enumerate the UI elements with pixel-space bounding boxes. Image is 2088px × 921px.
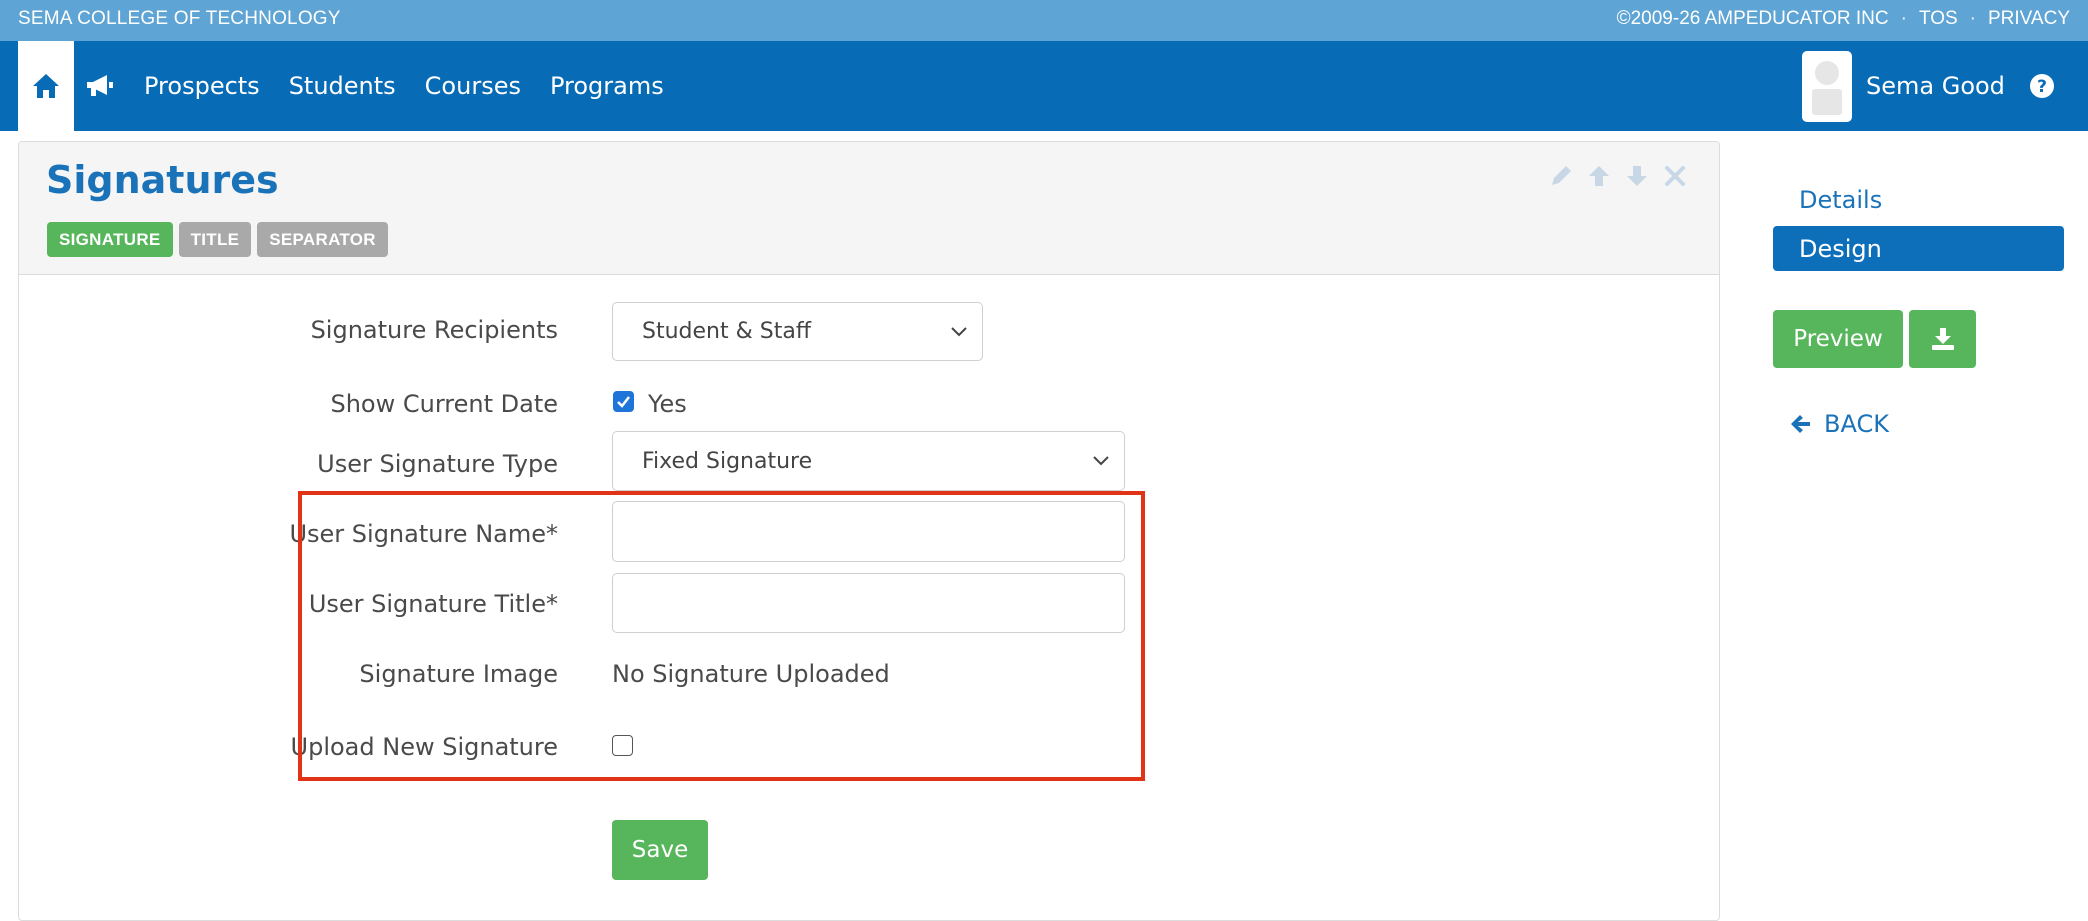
tos-link[interactable]: TOS bbox=[1919, 8, 1958, 30]
back-link[interactable]: BACK bbox=[1788, 410, 1889, 438]
remove-button[interactable] bbox=[1661, 162, 1689, 190]
save-button[interactable]: Save bbox=[612, 820, 708, 880]
panel-tools bbox=[1547, 162, 1689, 190]
show-date-option: Yes bbox=[648, 390, 687, 418]
school-name: SEMA COLLEGE OF TECHNOLOGY bbox=[18, 8, 341, 29]
sidebar-item-design[interactable]: Design bbox=[1773, 226, 2064, 271]
page-title: Signatures bbox=[46, 158, 279, 202]
footer-links: ©2009-26 AMPEDUCATOR INC · TOS · PRIVACY bbox=[1617, 8, 2070, 30]
nav-item-prospects[interactable]: Prospects bbox=[144, 72, 260, 100]
megaphone-icon bbox=[87, 75, 113, 96]
separator-dot: · bbox=[1900, 8, 1907, 29]
primary-nav: Prospects Students Courses Programs bbox=[144, 41, 664, 131]
sig-type-value: Fixed Signature bbox=[642, 448, 813, 474]
announcements-button[interactable] bbox=[84, 69, 118, 103]
recipients-value: Student & Staff bbox=[642, 319, 811, 344]
sig-image-label: Signature Image bbox=[359, 660, 558, 688]
tag-signature[interactable]: SIGNATURE bbox=[47, 222, 173, 257]
help-button[interactable]: ? bbox=[2028, 72, 2056, 100]
upload-checkbox[interactable] bbox=[612, 735, 633, 756]
download-icon bbox=[1931, 328, 1954, 350]
upload-label: Upload New Signature bbox=[290, 733, 558, 761]
pencil-icon bbox=[1552, 166, 1571, 185]
edit-button[interactable] bbox=[1547, 162, 1575, 190]
sig-type-select[interactable]: Fixed Signature bbox=[612, 431, 1125, 491]
copyright-text: ©2009-26 AMPEDUCATOR INC bbox=[1616, 8, 1889, 29]
panel-header: Signatures SIGNATURE TITLE SEPARATOR bbox=[19, 142, 1719, 275]
sig-type-label: User Signature Type bbox=[317, 450, 558, 478]
chevron-down-icon bbox=[951, 326, 967, 336]
tag-separator[interactable]: SEPARATOR bbox=[257, 222, 388, 257]
back-label: BACK bbox=[1824, 410, 1889, 438]
tag-title[interactable]: TITLE bbox=[178, 222, 252, 257]
sig-title-input[interactable] bbox=[612, 573, 1125, 633]
user-menu[interactable]: Sema Good bbox=[1802, 50, 2005, 122]
home-button[interactable] bbox=[18, 41, 74, 131]
move-up-button[interactable] bbox=[1585, 162, 1613, 190]
separator-dot: · bbox=[1969, 8, 1976, 29]
avatar[interactable] bbox=[1802, 50, 1852, 122]
show-date-checkbox[interactable] bbox=[613, 391, 634, 412]
main-navbar: Prospects Students Courses Programs Sema… bbox=[0, 41, 2088, 131]
question-circle-icon: ? bbox=[2030, 74, 2054, 98]
svg-text:?: ? bbox=[2037, 77, 2047, 97]
privacy-link[interactable]: PRIVACY bbox=[1988, 8, 2070, 30]
move-down-button[interactable] bbox=[1623, 162, 1651, 190]
recipients-select[interactable]: Student & Staff bbox=[612, 302, 983, 361]
sig-name-input[interactable] bbox=[612, 501, 1125, 562]
arrow-left-icon bbox=[1791, 415, 1810, 433]
close-icon bbox=[1665, 166, 1685, 186]
sig-title-label: User Signature Title* bbox=[308, 590, 558, 618]
recipients-label: Signature Recipients bbox=[310, 316, 558, 344]
component-tags: SIGNATURE TITLE SEPARATOR bbox=[47, 222, 388, 257]
nav-item-courses[interactable]: Courses bbox=[425, 72, 521, 100]
sidebar-item-details[interactable]: Details bbox=[1773, 177, 2064, 222]
user-name[interactable]: Sema Good bbox=[1866, 72, 2005, 100]
top-strip: SEMA COLLEGE OF TECHNOLOGY ©2009-26 AMPE… bbox=[0, 0, 2088, 41]
arrow-down-icon bbox=[1627, 166, 1647, 186]
home-icon bbox=[33, 74, 59, 98]
sig-name-label: User Signature Name* bbox=[289, 520, 558, 548]
preview-button[interactable]: Preview bbox=[1773, 310, 1903, 368]
download-button[interactable] bbox=[1909, 310, 1976, 368]
chevron-down-icon bbox=[1093, 456, 1109, 466]
show-date-label: Show Current Date bbox=[330, 390, 558, 418]
check-icon bbox=[617, 396, 630, 408]
sig-image-status: No Signature Uploaded bbox=[612, 660, 890, 688]
nav-item-programs[interactable]: Programs bbox=[550, 72, 664, 100]
arrow-up-icon bbox=[1589, 166, 1609, 186]
nav-item-students[interactable]: Students bbox=[289, 72, 396, 100]
